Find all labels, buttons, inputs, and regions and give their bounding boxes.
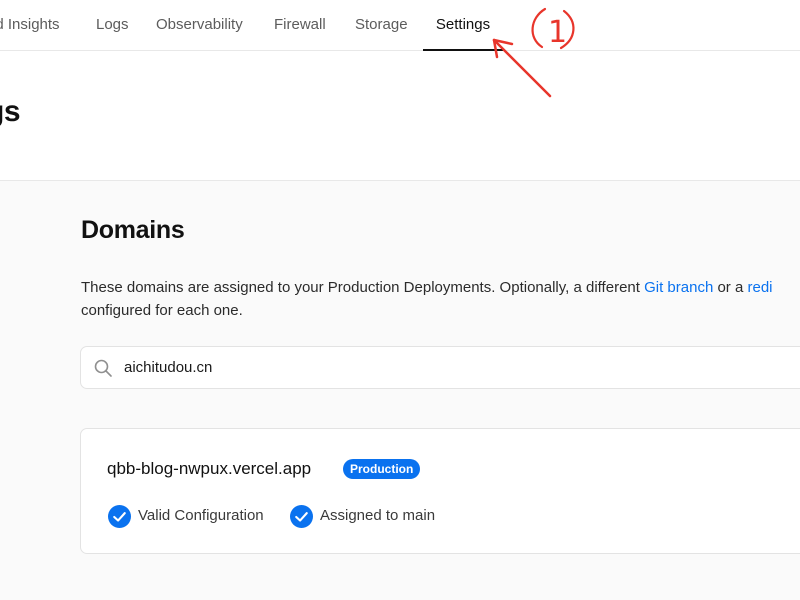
- tab-observability[interactable]: Observability: [156, 0, 243, 50]
- description-text: or a: [713, 279, 748, 296]
- tab-settings[interactable]: Settings: [423, 0, 503, 51]
- tab-storage[interactable]: Storage: [355, 0, 408, 50]
- tab-logs[interactable]: Logs: [96, 0, 129, 50]
- production-badge: Production: [343, 459, 421, 479]
- domain-card: qbb-blog-nwpux.vercel.app Production Val…: [80, 428, 800, 554]
- check-circle-icon: [290, 505, 313, 528]
- description-text: configured for each one.: [81, 302, 243, 319]
- domain-search-box[interactable]: [80, 346, 800, 389]
- page-title: gs: [0, 95, 21, 128]
- page-header: gs: [0, 51, 800, 181]
- tab-insights[interactable]: ed Insights: [0, 0, 60, 50]
- redirect-link[interactable]: redi: [747, 279, 772, 296]
- git-branch-link[interactable]: Git branch: [644, 279, 713, 296]
- search-icon: [94, 359, 112, 377]
- domain-name-link[interactable]: qbb-blog-nwpux.vercel.app: [107, 459, 311, 479]
- domain-search-input[interactable]: [124, 347, 724, 388]
- status-label: Valid Configuration: [138, 507, 264, 524]
- domains-section-title: Domains: [81, 216, 185, 244]
- status-label: Assigned to main: [320, 507, 436, 524]
- page: ed Insights Logs Observability Firewall …: [0, 0, 800, 600]
- tab-firewall[interactable]: Firewall: [274, 0, 326, 50]
- top-nav: ed Insights Logs Observability Firewall …: [0, 0, 800, 51]
- domains-description: These domains are assigned to your Produ…: [81, 276, 800, 322]
- check-circle-icon: [108, 505, 131, 528]
- description-text: These domains are assigned to your Produ…: [81, 279, 645, 296]
